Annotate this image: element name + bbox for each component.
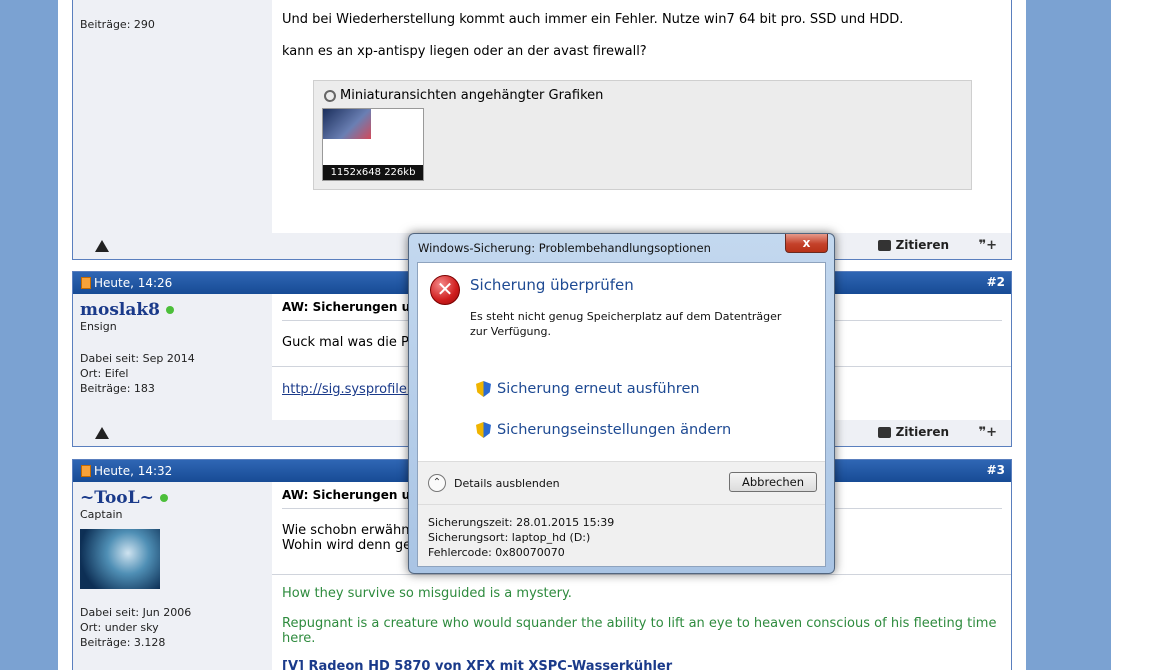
post-1-line1: Und bei Wiederherstellung kommt auch imm… — [282, 12, 904, 27]
uac-shield-icon — [476, 381, 491, 397]
paperclip-icon — [321, 87, 339, 104]
report-warning-icon[interactable] — [95, 240, 109, 252]
online-status-icon — [165, 306, 174, 314]
dialog-body: ✕ Sicherung überprüfen Es steht nicht ge… — [417, 262, 826, 567]
post-1: Beiträge: 290 Und bei Wiederherstellung … — [72, 0, 1012, 260]
attachments-header: Miniaturansichten angehängter Grafiken — [321, 87, 604, 104]
avatar[interactable] — [80, 529, 160, 589]
post-3-location: Ort: under sky — [80, 621, 159, 634]
dialog-button-bar: ⌃ Details ausblenden Abbrechen — [418, 461, 825, 504]
dialog-title: Windows-Sicherung: Problembehandlungsopt… — [418, 241, 711, 255]
multi-quote-button[interactable]: ❞+ — [978, 425, 997, 440]
post-3-userinfo: ~TooL~ Captain Dabei seit: Jun 2006 Ort:… — [73, 482, 272, 670]
post-3-posts-count: Beiträge: 3.128 — [80, 636, 166, 649]
page-background-right — [1026, 0, 1111, 670]
quote-label: Zitieren — [895, 238, 949, 252]
post-2-date: Heute, 14:26 — [81, 276, 172, 290]
post-3-signature-line1: How they survive so misguided is a myste… — [282, 586, 572, 601]
post-3-sig-divider — [272, 574, 1011, 575]
post-3-signature-line3[interactable]: [V] Radeon HD 5870 von XFX mit XSPC-Wass… — [282, 659, 672, 670]
attachment-thumbnail[interactable]: 1152x648 226kb — [322, 108, 424, 181]
post-2-userinfo: moslak8 Ensign Dabei seit: Sep 2014 Ort:… — [73, 294, 272, 420]
post-document-icon — [81, 277, 91, 289]
post-2-posts-count: Beiträge: 183 — [80, 382, 155, 395]
dialog-details: Sicherungszeit: 28.01.2015 15:39 Sicheru… — [418, 504, 825, 566]
attachments-box: Miniaturansichten angehängter Grafiken 1… — [313, 80, 972, 190]
retry-backup-link[interactable]: Sicherung erneut ausführen — [476, 381, 700, 397]
quote-icon — [877, 426, 891, 438]
post-1-userinfo: Beiträge: 290 — [73, 0, 272, 233]
post-3-signature-line2: Repugnant is a creature who would squand… — [282, 616, 997, 646]
dialog-message: Es steht nicht genug Speicherplatz auf d… — [470, 310, 782, 338]
post-2-number[interactable]: #2 — [987, 275, 1005, 289]
details-toggle[interactable]: ⌃ Details ausblenden — [428, 474, 560, 492]
detail-backup-location: Sicherungsort: laptop_hd (D:) — [428, 531, 591, 544]
quote-label: Zitieren — [895, 425, 949, 439]
thumbnail-caption: 1152x648 226kb — [323, 165, 423, 180]
change-settings-label: Sicherungseinstellungen ändern — [497, 422, 732, 438]
backup-dialog: Windows-Sicherung: Problembehandlungsopt… — [408, 233, 835, 574]
post-2-username[interactable]: moslak8 — [80, 300, 265, 320]
page-background-left — [0, 0, 58, 670]
change-settings-link[interactable]: Sicherungseinstellungen ändern — [476, 422, 731, 438]
online-status-icon — [159, 494, 168, 502]
post-3-rank: Captain — [80, 508, 123, 521]
dialog-close-button[interactable]: x — [785, 234, 828, 253]
post-2-joined: Dabei seit: Sep 2014 — [80, 352, 195, 365]
report-warning-icon[interactable] — [95, 427, 109, 439]
post-2-rank: Ensign — [80, 320, 117, 333]
multi-quote-button[interactable]: ❞+ — [978, 238, 997, 253]
post-3-date: Heute, 14:32 — [81, 464, 172, 478]
dialog-heading: Sicherung überprüfen — [470, 276, 634, 294]
chevron-up-icon: ⌃ — [428, 474, 446, 492]
detail-backup-time: Sicherungszeit: 28.01.2015 15:39 — [428, 516, 615, 529]
post-2-signature-link[interactable]: http://sig.sysprofile. — [282, 382, 411, 397]
cancel-button[interactable]: Abbrechen — [729, 472, 817, 492]
uac-shield-icon — [476, 422, 491, 438]
post-1-posts-count: Beiträge: 290 — [80, 18, 155, 31]
post-3-number[interactable]: #3 — [987, 463, 1005, 477]
attachments-title: Miniaturansichten angehängter Grafiken — [340, 88, 604, 103]
thumbnail-image — [323, 109, 371, 139]
post-3-joined: Dabei seit: Jun 2006 — [80, 606, 192, 619]
post-2-username-text[interactable]: moslak8 — [80, 300, 160, 320]
error-icon: ✕ — [430, 275, 460, 305]
retry-backup-label: Sicherung erneut ausführen — [497, 381, 700, 397]
quote-button[interactable]: Zitieren — [877, 425, 949, 439]
post-3-username[interactable]: ~TooL~ — [80, 488, 265, 508]
post-3-date-text: Heute, 14:32 — [94, 464, 173, 478]
details-toggle-label: Details ausblenden — [454, 476, 560, 490]
post-3-username-text[interactable]: ~TooL~ — [80, 488, 154, 508]
detail-error-code: Fehlercode: 0x80070070 — [428, 546, 565, 559]
post-2-location: Ort: Eifel — [80, 367, 129, 380]
quote-button[interactable]: Zitieren — [877, 238, 949, 252]
post-1-line2: kann es an xp-antispy liegen oder an der… — [282, 44, 647, 59]
post-2-date-text: Heute, 14:26 — [94, 276, 173, 290]
quote-icon — [877, 239, 891, 251]
post-document-icon — [81, 465, 91, 477]
